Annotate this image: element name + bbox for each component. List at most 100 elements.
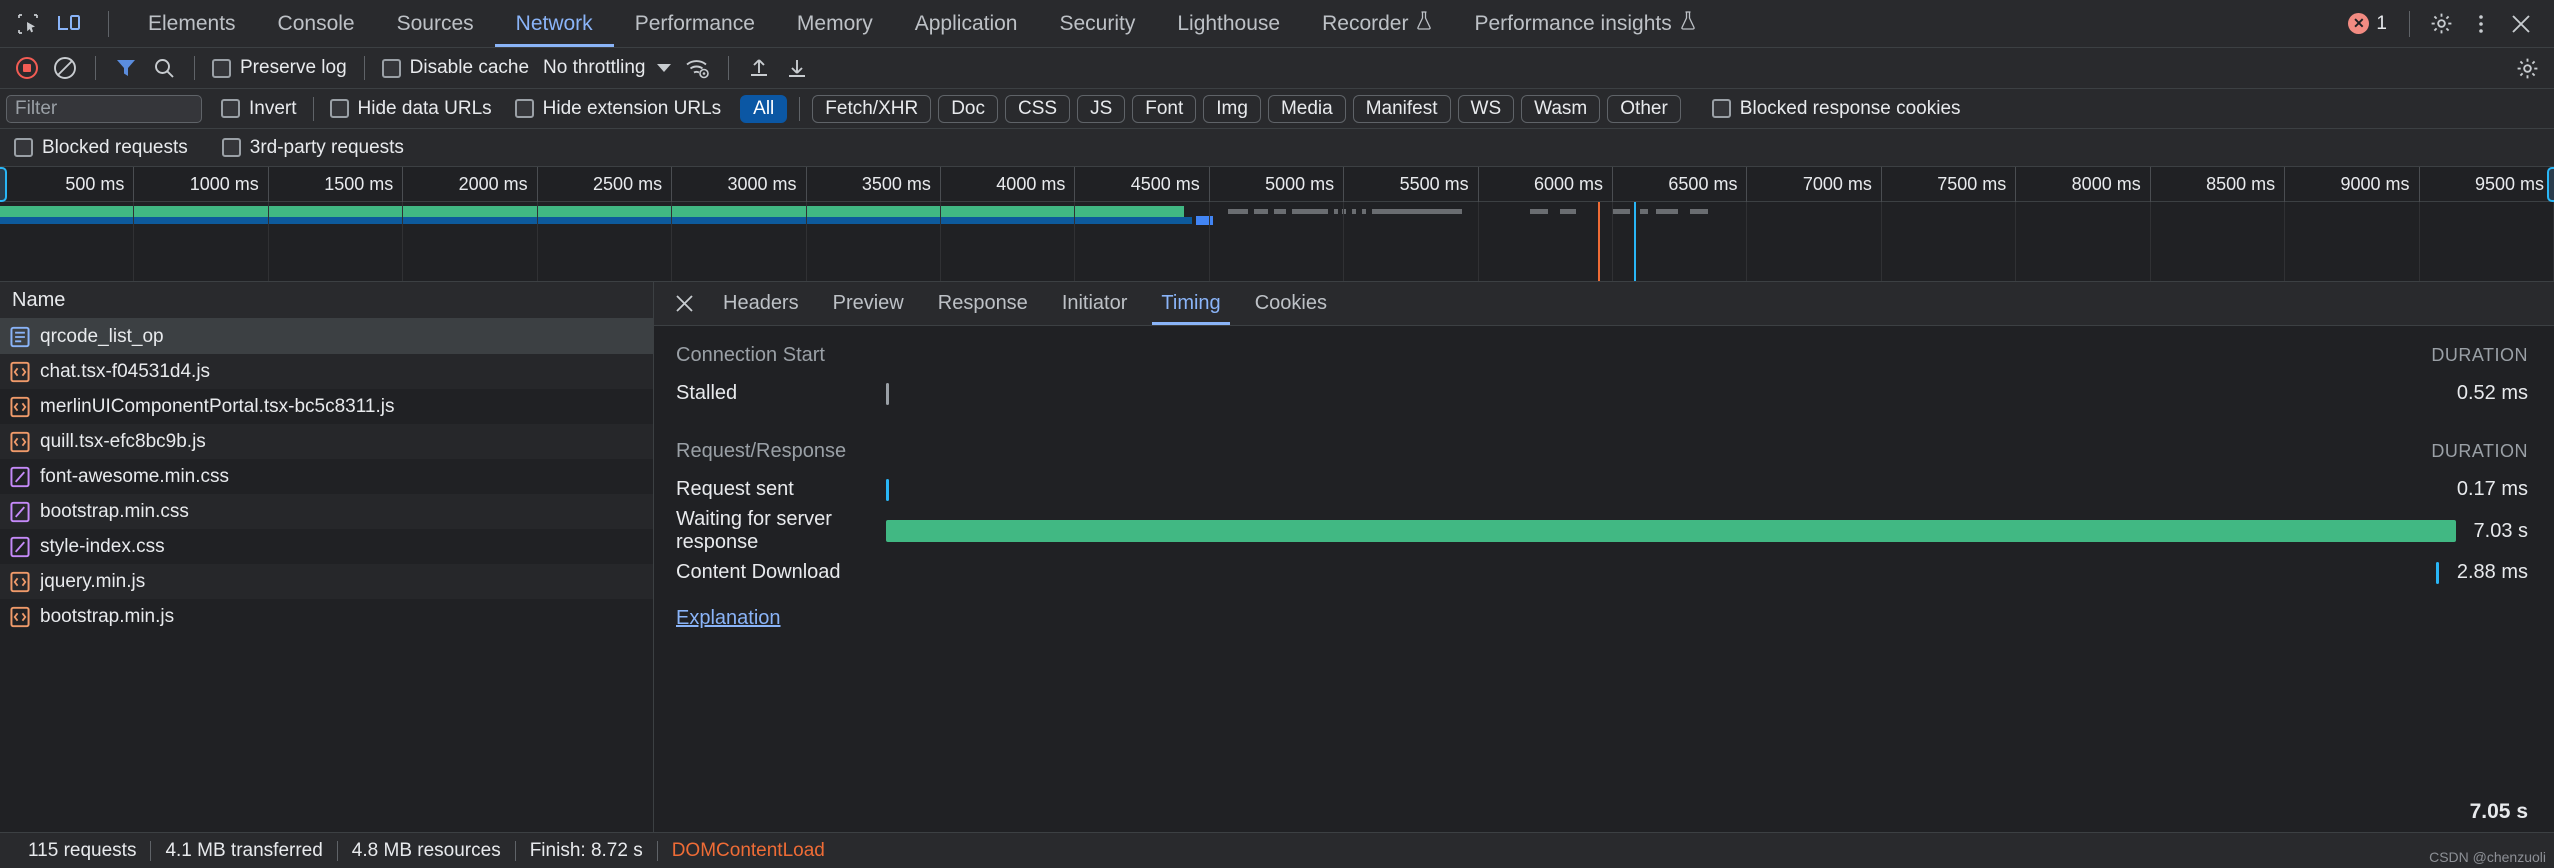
css-file-icon (10, 536, 30, 557)
record-stop-icon[interactable] (10, 51, 44, 85)
tab-console[interactable]: Console (257, 0, 376, 47)
hide-extension-urls-checkbox[interactable]: Hide extension URLs (511, 98, 725, 120)
detail-tab-timing[interactable]: Timing (1144, 282, 1237, 325)
overview-gridline (269, 202, 404, 281)
overview-selection-handle-right[interactable] (2547, 167, 2554, 202)
network-settings-gear-icon[interactable] (2510, 51, 2544, 85)
detail-tab-preview[interactable]: Preview (816, 282, 921, 325)
type-filter-manifest[interactable]: Manifest (1352, 94, 1451, 123)
request-list[interactable]: qrcode_list_op chat.tsx-f04531d4.js merlin… (0, 319, 653, 832)
disable-cache-checkbox[interactable]: Disable cache (378, 57, 533, 79)
tab-label: Network (515, 11, 593, 35)
invert-checkbox[interactable]: Invert (217, 98, 301, 120)
error-count-badge[interactable]: ✕ 1 (2340, 13, 2395, 35)
overview-selection-handle-left[interactable] (0, 167, 7, 202)
tab-label: Performance insights (1474, 11, 1672, 35)
timing-row: Stalled 0.52 ms (676, 375, 2554, 412)
export-har-icon[interactable] (780, 51, 814, 85)
request-detail-panel: Headers Preview Response Initiator Timin… (654, 282, 2554, 832)
table-row[interactable]: style-index.css (0, 529, 653, 564)
filter-funnel-icon[interactable] (109, 51, 143, 85)
gear-icon[interactable] (2424, 7, 2458, 41)
timing-bar-track (886, 478, 2439, 501)
type-filter-media[interactable]: Media (1267, 94, 1346, 123)
table-row[interactable]: qrcode_list_op (0, 319, 653, 354)
css-file-icon (10, 501, 30, 522)
blocked-requests-checkbox[interactable]: Blocked requests (10, 137, 192, 159)
throttling-dropdown[interactable]: No throttling (537, 57, 677, 79)
third-party-requests-checkbox[interactable]: 3rd-party requests (218, 137, 408, 159)
tab-memory[interactable]: Memory (776, 0, 894, 47)
table-row[interactable]: quill.tsx-efc8bc9b.js (0, 424, 653, 459)
hide-data-urls-checkbox[interactable]: Hide data URLs (326, 98, 496, 120)
timeline-tick: 2000 ms (403, 167, 538, 202)
kebab-menu-icon[interactable] (2464, 7, 2498, 41)
type-filter-doc[interactable]: Doc (938, 94, 998, 123)
status-transferred: 4.1 MB transferred (165, 839, 323, 861)
type-filter-fetch-xhr[interactable]: Fetch/XHR (812, 94, 932, 123)
overview-gridline (134, 202, 269, 281)
filter-input[interactable] (6, 94, 202, 123)
tab-performance[interactable]: Performance (614, 0, 776, 47)
blocked-response-cookies-checkbox[interactable]: Blocked response cookies (1708, 98, 1965, 120)
tab-bar-right-controls: ✕ 1 (2340, 0, 2554, 47)
table-row[interactable]: bootstrap.min.css (0, 494, 653, 529)
close-icon[interactable] (2504, 7, 2538, 41)
table-row[interactable]: jquery.min.js (0, 564, 653, 599)
timeline-tick: 3500 ms (807, 167, 941, 202)
timing-bar-track (886, 382, 2439, 405)
column-header-name: Name (12, 288, 66, 311)
filter-divider (312, 96, 314, 121)
device-toolbar-icon[interactable] (56, 10, 84, 38)
type-filter-wasm[interactable]: Wasm (1521, 94, 1601, 123)
doc-file-icon (10, 326, 30, 347)
tab-bar-divider (108, 10, 109, 37)
network-overview[interactable]: 500 ms 1000 ms 1500 ms 2000 ms 2500 ms 3000 m… (0, 167, 2554, 282)
chevron-down-icon (657, 64, 672, 72)
import-har-icon[interactable] (742, 51, 776, 85)
type-filter-other[interactable]: Other (1607, 94, 1681, 123)
preserve-log-checkbox[interactable]: Preserve log (208, 57, 351, 79)
inspect-element-icon[interactable] (14, 10, 42, 38)
type-filter-all[interactable]: All (740, 94, 788, 123)
timing-row: Waiting for server response 7.03 s (676, 508, 2554, 554)
request-list-header[interactable]: Name (0, 282, 653, 319)
tab-performance-insights[interactable]: Performance insights (1453, 0, 1716, 47)
type-filter-img[interactable]: Img (1203, 94, 1261, 123)
network-filter-bar-second: Blocked requests 3rd-party requests (0, 129, 2554, 167)
css-file-icon (10, 466, 30, 487)
error-icon: ✕ (2348, 13, 2370, 34)
timeline-ruler[interactable]: 500 ms 1000 ms 1500 ms 2000 ms 2500 ms 3000 m… (0, 167, 2554, 202)
type-filter-font[interactable]: Font (1132, 94, 1197, 123)
timeline-tick: 8000 ms (2016, 167, 2151, 202)
timeline-tick: 4000 ms (941, 167, 1076, 202)
overview-waterfall[interactable] (0, 202, 2554, 281)
table-row[interactable]: bootstrap.min.js (0, 599, 653, 634)
close-detail-icon[interactable] (662, 282, 706, 325)
preserve-log-label: Preserve log (240, 57, 347, 78)
search-icon[interactable] (147, 51, 181, 85)
tab-recorder[interactable]: Recorder (1301, 0, 1453, 47)
detail-tab-headers[interactable]: Headers (706, 282, 816, 325)
status-requests: 115 requests (28, 839, 137, 861)
tab-elements[interactable]: Elements (127, 0, 257, 47)
type-filter-ws[interactable]: WS (1457, 94, 1515, 123)
tab-lighthouse[interactable]: Lighthouse (1156, 0, 1301, 47)
table-row[interactable]: font-awesome.min.css (0, 459, 653, 494)
overview-gridline (538, 202, 673, 281)
tab-application[interactable]: Application (894, 0, 1039, 47)
detail-tab-response[interactable]: Response (921, 282, 1045, 325)
network-conditions-wifi-icon[interactable] (681, 51, 715, 85)
tab-sources[interactable]: Sources (376, 0, 495, 47)
tab-network[interactable]: Network (494, 0, 614, 47)
filter-divider (799, 96, 801, 121)
clear-network-log-icon[interactable] (48, 51, 82, 85)
table-row[interactable]: chat.tsx-f04531d4.js (0, 354, 653, 389)
detail-tab-initiator[interactable]: Initiator (1045, 282, 1145, 325)
type-filter-css[interactable]: CSS (1004, 94, 1071, 123)
type-filter-js[interactable]: JS (1077, 94, 1126, 123)
explanation-link[interactable]: Explanation (676, 607, 781, 630)
detail-tab-cookies[interactable]: Cookies (1238, 282, 1344, 325)
table-row[interactable]: merlinUIComponentPortal.tsx-bc5c8311.js (0, 389, 653, 424)
tab-security[interactable]: Security (1038, 0, 1156, 47)
